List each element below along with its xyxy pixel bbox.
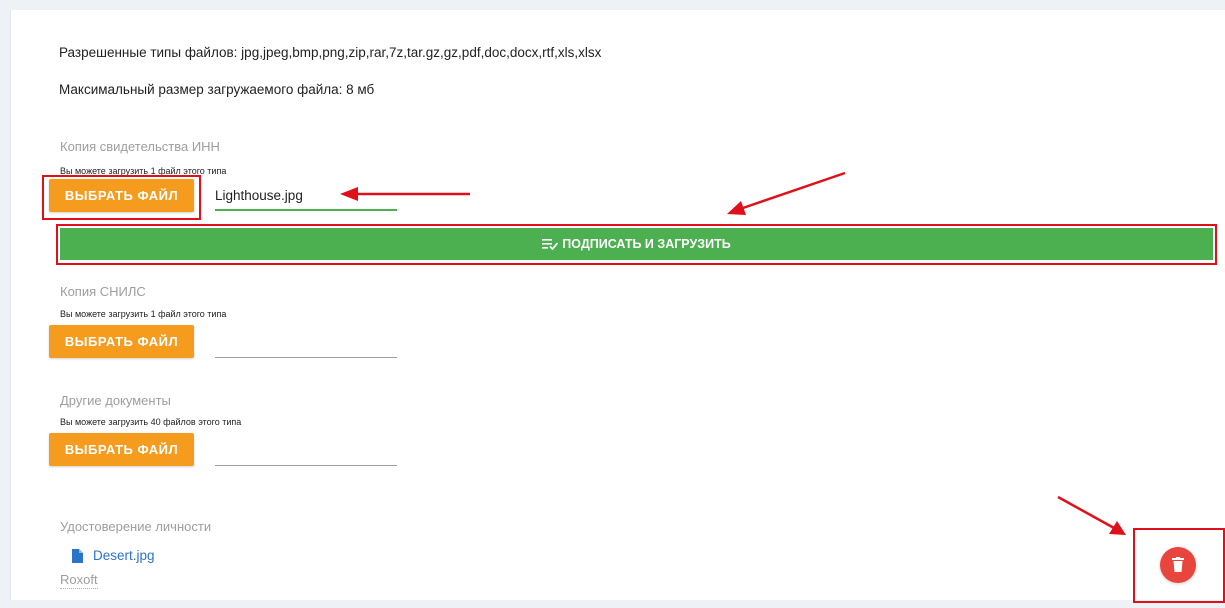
file-icon <box>72 548 83 563</box>
other-docs-choose-file-button[interactable]: ВЫБРАТЬ ФАЙЛ <box>49 433 194 466</box>
other-docs-hint: Вы можете загрузить 40 файлов этого типа <box>60 417 242 427</box>
inn-label: Копия свидетельства ИНН <box>60 139 220 154</box>
other-docs-label: Другие документы <box>60 393 171 408</box>
inn-file-field[interactable]: Lighthouse.jpg <box>215 181 397 211</box>
identity-owner: Roxoft <box>60 572 98 589</box>
max-size-text: Максимальный размер загружаемого файла: … <box>59 82 375 97</box>
snils-hint: Вы можете загрузить 1 файл этого типа <box>60 309 227 319</box>
identity-file-name: Desert.jpg <box>93 548 155 563</box>
highlight-sign-button <box>56 224 1217 265</box>
allowed-types-text: Разрешенные типы файлов: jpg,jpeg,bmp,pn… <box>59 45 602 60</box>
upload-panel <box>10 10 1225 600</box>
identity-label: Удостоверение личности <box>60 519 212 534</box>
highlight-delete-button <box>1133 528 1225 603</box>
snils-choose-file-button[interactable]: ВЫБРАТЬ ФАЙЛ <box>49 325 194 358</box>
snils-file-field[interactable] <box>215 328 397 358</box>
identity-file-link[interactable]: Desert.jpg <box>72 548 155 563</box>
snils-label: Копия СНИЛС <box>60 284 146 299</box>
other-docs-file-field[interactable] <box>215 436 397 466</box>
highlight-choose-button <box>42 175 201 220</box>
